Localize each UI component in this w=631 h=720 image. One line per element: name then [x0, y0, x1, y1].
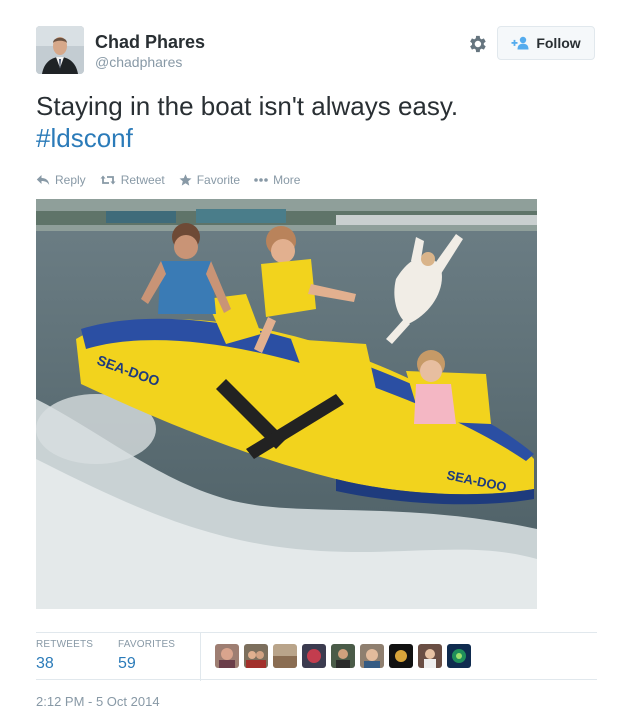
favoriter-avatar[interactable] — [418, 644, 442, 668]
tube-photo-image: SEA-DOO SEA-DOO — [36, 199, 537, 609]
favoriter-avatar[interactable] — [215, 644, 239, 668]
more-label: More — [273, 173, 301, 187]
star-icon — [179, 174, 192, 186]
retweet-button[interactable]: Retweet — [100, 173, 165, 187]
favoriter-avatar[interactable] — [244, 644, 268, 668]
add-user-icon — [511, 36, 531, 50]
retweets-label: RETWEETS — [36, 639, 94, 650]
favoriter-avatar[interactable] — [273, 644, 297, 668]
favorite-button[interactable]: Favorite — [179, 173, 240, 187]
favorites-count: 59 — [118, 655, 136, 672]
stats-top-divider — [36, 632, 597, 633]
favorite-label: Favorite — [196, 173, 241, 187]
retweet-label: Retweet — [120, 173, 165, 187]
favorites-label: FAVORITES — [118, 639, 176, 650]
stats-bottom-divider — [36, 679, 597, 680]
follow-button[interactable]: Follow — [497, 26, 595, 60]
favoriter-avatar[interactable] — [331, 644, 355, 668]
tweet-text: Staying in the boat isn't always easy. #… — [36, 90, 596, 154]
favoriter-avatars — [215, 644, 471, 668]
follow-label: Follow — [536, 35, 581, 51]
gear-icon[interactable] — [466, 33, 488, 55]
tweet-photo[interactable]: SEA-DOO SEA-DOO — [36, 199, 537, 609]
more-button[interactable]: More — [254, 173, 300, 187]
favoriter-avatar[interactable] — [360, 644, 384, 668]
reply-button[interactable]: Reply — [36, 173, 86, 187]
reply-icon — [36, 175, 50, 185]
more-dots-icon — [254, 178, 268, 182]
hashtag-link[interactable]: #ldsconf — [36, 123, 133, 153]
favoriter-avatar[interactable] — [447, 644, 471, 668]
user-avatar[interactable] — [36, 26, 84, 74]
user-full-name[interactable]: Chad Phares — [95, 32, 205, 53]
favorites-stat[interactable]: FAVORITES 59 — [118, 639, 175, 673]
favoriter-avatar[interactable] — [302, 644, 326, 668]
tweet-body: Staying in the boat isn't always easy. — [36, 91, 459, 121]
retweet-icon — [100, 175, 116, 185]
avatar-image — [36, 26, 84, 74]
retweets-stat[interactable]: RETWEETS 38 — [36, 639, 93, 673]
tweet-actions: Reply Retweet Favorite More — [36, 171, 300, 189]
reply-label: Reply — [55, 173, 86, 187]
tweet-timestamp[interactable]: 2:12 PM - 5 Oct 2014 — [36, 694, 160, 709]
user-handle[interactable]: @chadphares — [95, 54, 182, 70]
retweets-count: 38 — [36, 655, 54, 672]
favoriter-avatar[interactable] — [389, 644, 413, 668]
stats-separator — [200, 633, 201, 681]
